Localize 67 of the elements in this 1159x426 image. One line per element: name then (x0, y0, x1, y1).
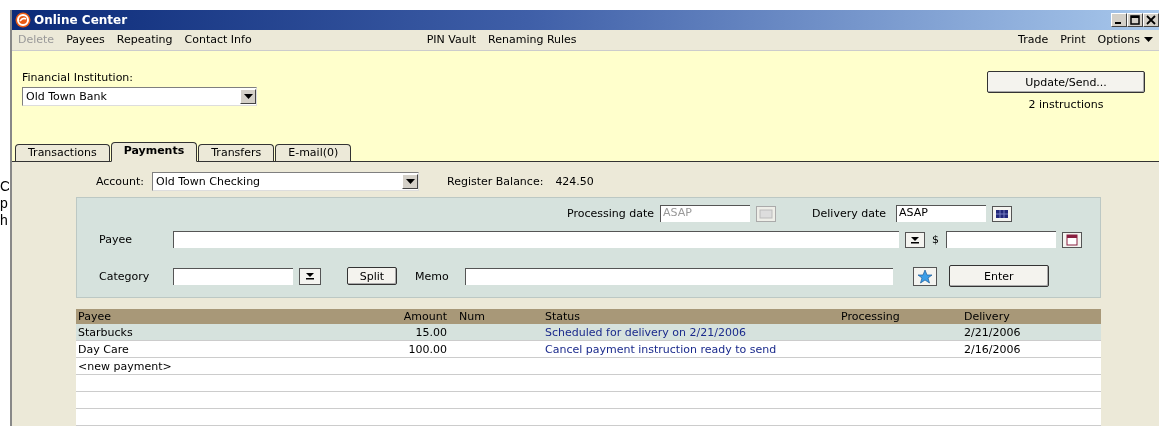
menu-item[interactable]: Contact Info (184, 33, 252, 47)
delivery-date-label: Delivery date (812, 207, 886, 220)
balance-label: Register Balance: (447, 174, 544, 188)
menu-item[interactable]: PIN Vault (426, 33, 477, 47)
category-field[interactable] (173, 267, 293, 285)
split-button[interactable]: Split (347, 267, 397, 285)
calculator-icon[interactable] (1062, 231, 1082, 248)
menu-item[interactable]: Payees (66, 33, 105, 47)
payee-field[interactable] (173, 231, 899, 248)
menu-item[interactable]: Trade (1018, 33, 1049, 47)
maximize-icon (1130, 14, 1140, 25)
calendar-icon[interactable] (992, 205, 1012, 222)
category-label: Category (99, 269, 151, 283)
processing-date-label: Processing date (567, 207, 655, 220)
app-logo-icon (15, 11, 31, 28)
payee-label: Payee (99, 233, 133, 246)
memo-field[interactable] (464, 267, 893, 285)
menu-item[interactable]: Repeating (116, 33, 173, 47)
table-cell-text: Scheduled for delivery on 2/21/2006 (544, 325, 747, 339)
instruction-count: 2 instructions (1028, 98, 1104, 112)
table-cell-text: Day Care (77, 342, 130, 356)
column-header: Amount (402, 310, 448, 323)
table-cell-text: Starbucks (77, 325, 134, 339)
table-cell-text: Cancel payment instruction ready to send (544, 342, 778, 356)
table-cell-text: 100.00 (407, 342, 448, 356)
column-header: Num (458, 310, 486, 323)
dollar-sign: $ (932, 233, 939, 246)
caret-icon (405, 178, 415, 184)
menu-item[interactable]: Options (1097, 33, 1140, 47)
account-label: Account: (94, 174, 145, 188)
menu-item[interactable]: Renaming Rules (488, 33, 577, 47)
dropdown-icon[interactable] (905, 231, 925, 248)
menu-item[interactable]: Print (1060, 33, 1086, 47)
minimize-icon (1115, 21, 1121, 24)
minimize-button[interactable] (1111, 12, 1127, 27)
update-send-button[interactable]: Update/Send... (987, 71, 1145, 94)
delivery-date-field[interactable]: ASAP (896, 205, 986, 222)
background-text: h (0, 212, 9, 229)
caret-icon (243, 94, 253, 100)
institution-label: Financial Institution: (22, 71, 135, 85)
payment-row[interactable]: Starbucks 15.00 Scheduled for delivery on 2/21/2006 2/21/2006 (76, 324, 1101, 341)
window-title: Online Center (34, 12, 128, 27)
amount-field[interactable] (946, 231, 1056, 248)
tab[interactable]: Payments (110, 142, 198, 162)
column-header: Delivery (963, 310, 1011, 323)
tab[interactable]: Transfers (198, 144, 275, 161)
table-cell-text: 2/16/2006 (963, 342, 1022, 356)
column-header: Payee (77, 310, 112, 323)
column-header: Processing (840, 310, 901, 323)
account-dropdown[interactable]: Old Town Checking (152, 171, 419, 191)
maximize-button[interactable] (1127, 12, 1143, 27)
close-button[interactable] (1143, 12, 1159, 27)
table-cell-text: 2/21/2006 (963, 325, 1022, 339)
tab[interactable]: Transactions (15, 144, 110, 161)
caret-icon (1144, 36, 1153, 43)
close-icon (1146, 14, 1156, 25)
dropdown-icon[interactable] (299, 267, 321, 285)
new-payment-entry[interactable]: <new payment> (76, 359, 172, 373)
column-header: Status (544, 310, 582, 323)
background-text: p (0, 195, 9, 212)
memo-label: Memo (415, 269, 449, 283)
institution-dropdown[interactable]: Old Town Bank (22, 87, 257, 107)
table-cell-text: 15.00 (414, 325, 448, 339)
enter-button[interactable]: Enter (948, 265, 1049, 287)
balance-value: 424.50 (555, 174, 594, 188)
background-text: C (0, 178, 9, 195)
tab[interactable]: E-mail(0) (275, 144, 352, 161)
